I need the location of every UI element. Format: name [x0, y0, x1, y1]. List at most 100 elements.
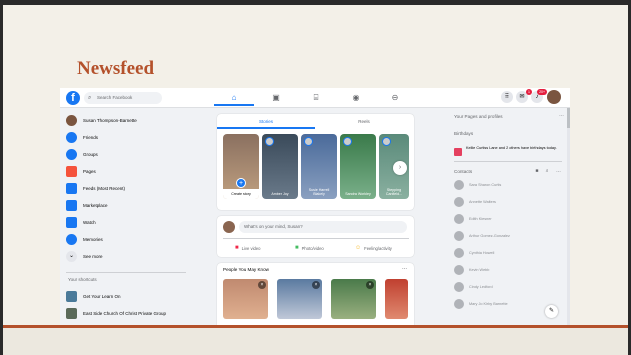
memories-clock-icon [66, 233, 77, 245]
messenger-icon[interactable]: ✉ 1 [516, 89, 532, 103]
shortcut-thumbnail-icon [66, 290, 77, 302]
close-icon[interactable]: × [258, 281, 266, 289]
contact-avatar [454, 214, 464, 224]
contacts-heading: Contacts [454, 169, 473, 174]
sidebar-item-label: Pages [83, 168, 96, 174]
contact-item[interactable]: Sara Sharon Curtis [454, 179, 501, 191]
pages-heading: Your Pages and profiles [454, 114, 503, 119]
contacts-tools-icon[interactable]: ■ ⌕ … [535, 168, 564, 174]
menu-grid-icon[interactable]: ⠿ [501, 91, 513, 103]
gaming-icon[interactable]: ⊖ [375, 91, 415, 106]
tab-label: Reels [358, 119, 370, 124]
watch-icon [66, 216, 77, 228]
search-placeholder: Search Facebook [97, 95, 133, 100]
sidebar-item-label: See more [83, 253, 103, 259]
photo-video-button[interactable]: ■ Photo/video [295, 243, 324, 253]
sidebar-item-watch[interactable]: Watch [66, 215, 206, 229]
create-story-card[interactable]: + Create story [223, 134, 259, 199]
chevron-right-icon[interactable]: › [393, 161, 407, 175]
friends-icon [66, 131, 77, 143]
feeds-icon [66, 182, 77, 194]
shortcuts-heading: Your shortcuts [68, 277, 97, 282]
suggestion-card[interactable] [385, 279, 408, 319]
contact-avatar [454, 282, 464, 292]
tab-stories[interactable]: Stories [217, 114, 315, 129]
button-label: Photo/video [301, 245, 324, 251]
story-avatar [265, 137, 274, 146]
contact-name: Sara Sharon Curtis [469, 183, 502, 187]
sidebar-item-label: Groups [83, 151, 98, 157]
facebook-logo-icon[interactable]: f [66, 91, 80, 105]
watch-icon[interactable]: ▣ [256, 91, 296, 106]
account-avatar[interactable] [547, 90, 561, 104]
sidebar-divider [66, 272, 186, 273]
composer-input[interactable]: What's on your mind, Susan? [239, 221, 407, 233]
story-card[interactable]: Sandra Workley [340, 134, 376, 199]
live-video-button[interactable]: ■ Live video [235, 243, 260, 253]
marketplace-icon [66, 199, 77, 211]
contact-avatar [454, 265, 464, 275]
post-composer: What's on your mind, Susan? ■ Live video… [217, 216, 414, 257]
shortcut-item[interactable]: Get Your Learn On [66, 289, 206, 303]
close-icon[interactable]: × [312, 281, 320, 289]
pages-flag-icon [66, 165, 77, 177]
contact-item[interactable]: Cynthia Howell [454, 247, 494, 259]
shortcut-item[interactable]: East Side Church Of Christ Private Group [66, 306, 206, 320]
search-input[interactable]: ⌕ Search Facebook [84, 92, 162, 104]
groups-icon [66, 148, 77, 160]
contact-avatar [454, 180, 464, 190]
groups-icon[interactable]: ◉ [336, 91, 376, 106]
pymk-title: People You May Know [223, 267, 269, 272]
more-options-icon[interactable]: … [559, 112, 564, 118]
chevron-down-icon: ⌄ [66, 250, 77, 262]
sidebar-item-see-more[interactable]: ⌄ See more [66, 249, 206, 263]
contact-item[interactable]: Mary Jo Kirby Barnette [454, 298, 508, 310]
contact-avatar [454, 299, 464, 309]
story-name: Create story [223, 189, 259, 199]
contact-item[interactable]: Edith Kiesner [454, 213, 492, 225]
sidebar-item-label: Memories [83, 236, 103, 242]
sidebar-item-marketplace[interactable]: Marketplace [66, 198, 206, 212]
suggestion-card[interactable]: × [277, 279, 322, 319]
story-name: Stepping Canfield... [385, 188, 403, 196]
plus-icon: + [236, 178, 246, 188]
contact-item[interactable]: Cindy Ledford [454, 281, 493, 293]
facebook-screenshot: f ⌕ Search Facebook ⌂ ▣ ⌸ ◉ ⊖ ⠿ ✉ 1 ♪ 20… [60, 88, 570, 326]
story-name: Amber Joy [271, 192, 289, 196]
suggestion-card[interactable]: × [223, 279, 268, 319]
sidebar-item-feeds[interactable]: Feeds (Most Recent) [66, 181, 206, 195]
contact-item[interactable]: Annette Walters [454, 196, 496, 208]
contact-name: Kevin Webb [469, 268, 490, 272]
story-card[interactable]: Amber Joy [262, 134, 298, 199]
contact-name: Mary Jo Kirby Barnette [469, 302, 508, 306]
marketplace-icon[interactable]: ⌸ [296, 91, 336, 106]
sidebar-item-friends[interactable]: Friends [66, 130, 206, 144]
feeling-activity-button[interactable]: ☺ Feeling/activity [355, 243, 392, 253]
scrollbar-thumb[interactable] [567, 108, 570, 128]
button-label: Live video [241, 245, 261, 251]
slide-footer-area [3, 328, 628, 355]
sidebar-item-pages[interactable]: Pages [66, 164, 206, 178]
suggestion-card[interactable]: × [331, 279, 376, 319]
new-message-icon[interactable]: ✎ [545, 305, 558, 318]
contact-name: Annette Walters [469, 200, 496, 204]
smiley-icon: ☺ [355, 245, 362, 251]
close-icon[interactable]: × [366, 281, 374, 289]
contact-avatar [454, 197, 464, 207]
home-icon[interactable]: ⌂ [214, 91, 254, 106]
more-options-icon[interactable]: ... [402, 265, 407, 271]
story-card[interactable]: Susie Harrell Blakely [301, 134, 337, 199]
contact-item[interactable]: Kevin Webb [454, 264, 489, 276]
contact-item[interactable]: Arthur Gomez-Gonzalez [454, 230, 510, 242]
sidebar-item-memories[interactable]: Memories [66, 232, 206, 246]
tab-reels[interactable]: Reels [315, 114, 413, 129]
scrollbar[interactable] [567, 108, 570, 326]
sidebar-item-label: Friends [83, 134, 99, 140]
button-label: Feeling/activity [364, 245, 392, 251]
birthday-text[interactable]: Kellie Curtiss Lane and 2 others have bi… [466, 146, 562, 151]
search-icon: ⌕ [88, 95, 92, 101]
notifications-bell-icon[interactable]: ♪ 20+ [531, 89, 547, 103]
sidebar-item-profile[interactable]: Susan Thompson-Barnette [66, 113, 206, 127]
story-avatar [304, 137, 313, 146]
sidebar-item-groups[interactable]: Groups [66, 147, 206, 161]
